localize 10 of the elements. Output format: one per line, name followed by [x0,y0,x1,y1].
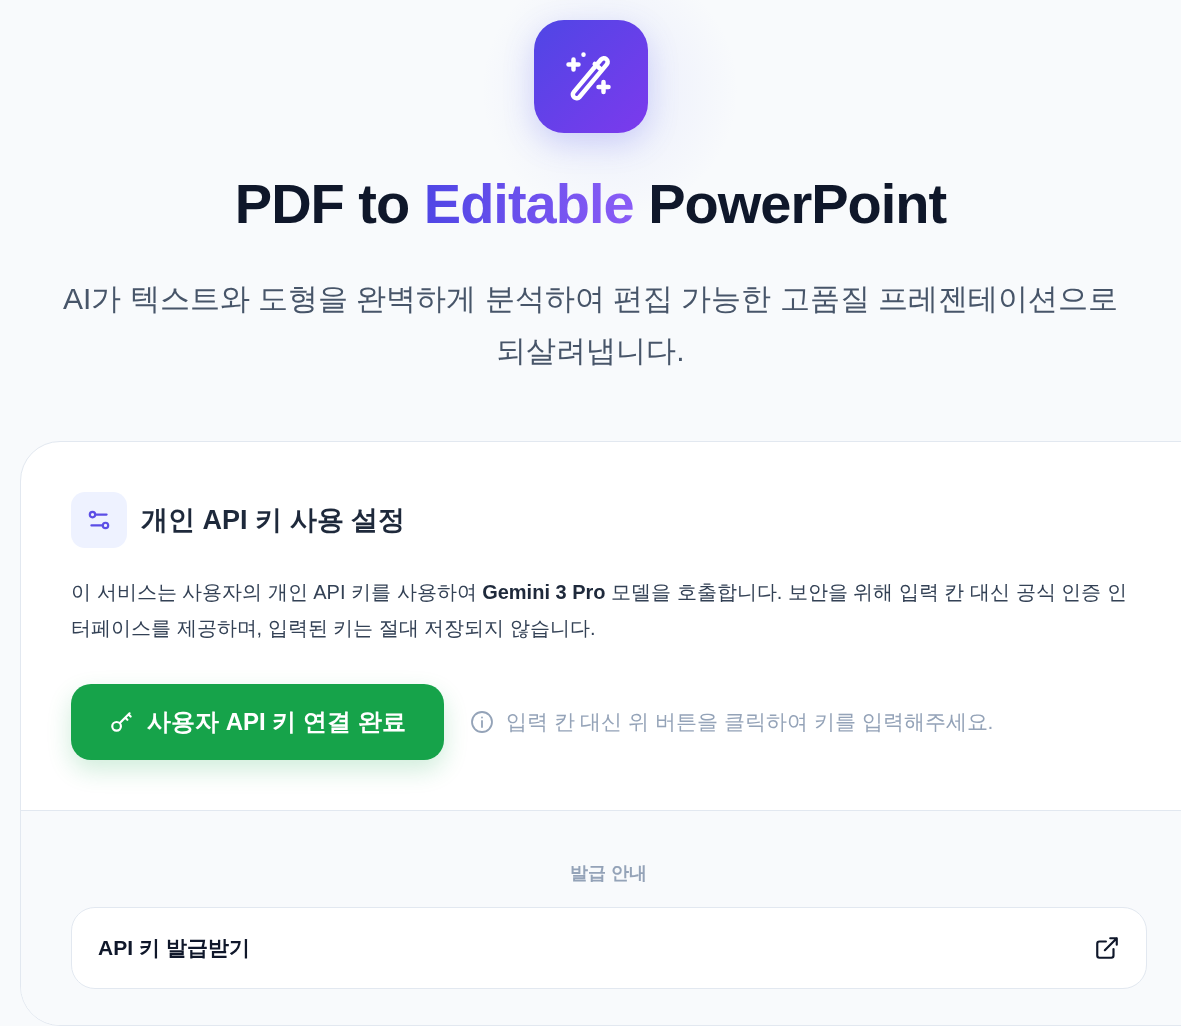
hint-text: 입력 칸 대신 위 버튼을 클릭하여 키를 입력해주세요. [505,708,994,735]
api-key-link[interactable]: API 키 발급받기 [71,906,1147,989]
page-title: PDF to Editable PowerPoint [234,173,947,235]
section-title: 개인 API 키 사용 설정 [141,503,405,537]
sliders-icon [71,491,127,548]
guide-heading: 발급 안내 [569,861,649,885]
info-icon [469,709,494,734]
external-link-icon [1094,934,1120,961]
page-subtitle: AI가 텍스트와 도형을 완벽하게 분석하여 편집 가능한 고품질 프레젠테이션으로 되살려냅니다. [62,280,1119,369]
description-text: 이 서비스는 사용자의 개인 API 키를 사용하여 Gemini 3 Pro 모델을 호출합니다. 보안을 위해 입력 칸 대신 공식 인증 인터페이스를 제공하며, 입력된 키는 절대 저장되지 않습니다. [71,579,1128,641]
